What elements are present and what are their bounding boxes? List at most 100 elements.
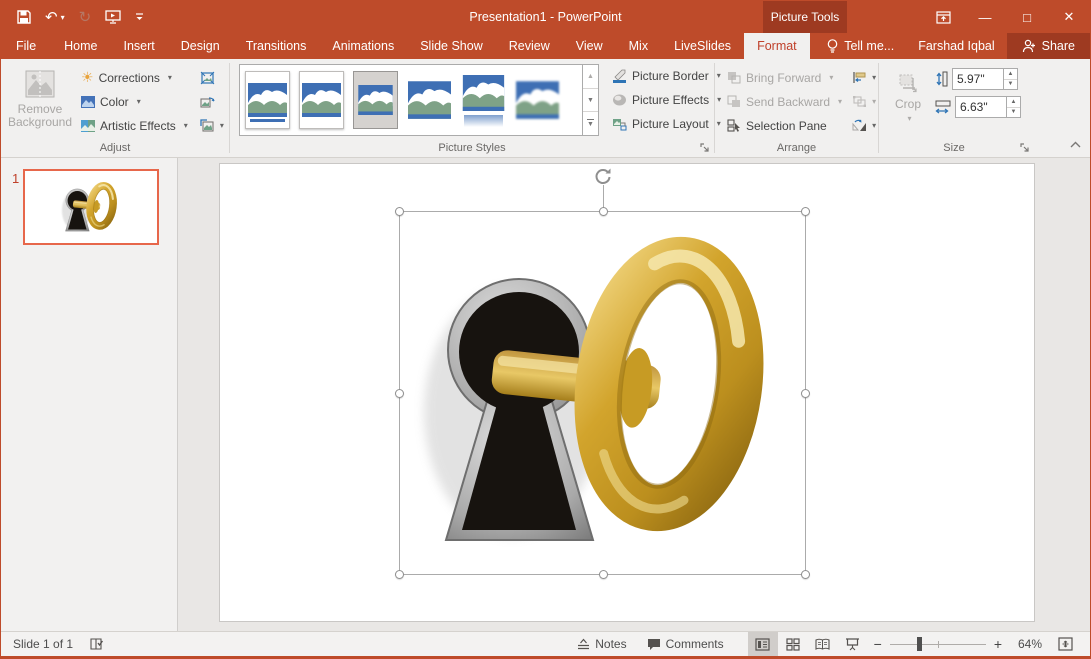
zoom-in-button[interactable]: +: [994, 636, 1002, 652]
notes-label: Notes: [595, 637, 626, 651]
tab-insert[interactable]: Insert: [111, 33, 168, 59]
gallery-scroll-up-button[interactable]: ▲: [583, 65, 598, 89]
minimize-button[interactable]: —: [964, 1, 1006, 33]
corrections-button[interactable]: ☀ Corrections ▾: [77, 66, 192, 89]
slide-editing-canvas[interactable]: [178, 158, 1090, 631]
collapse-ribbon-button[interactable]: [1070, 137, 1081, 151]
artistic-effects-button[interactable]: Artistic Effects ▾: [77, 114, 192, 137]
color-dropdown-icon: ▾: [137, 97, 141, 106]
slide-counter[interactable]: Slide 1 of 1: [13, 637, 73, 651]
undo-dropdown-icon[interactable]: ▾: [61, 13, 65, 22]
picture-selection-box[interactable]: [399, 211, 806, 575]
picture-style-thumbnail-1[interactable]: [245, 71, 290, 129]
resize-handle-middle-right[interactable]: [801, 389, 810, 398]
tab-review[interactable]: Review: [496, 33, 563, 59]
height-input[interactable]: [953, 69, 1003, 89]
signed-in-user[interactable]: Farshad Iqbal: [906, 33, 1006, 59]
notes-button[interactable]: Notes: [567, 632, 636, 656]
zoom-slider[interactable]: [890, 637, 986, 651]
tab-design[interactable]: Design: [168, 33, 233, 59]
picture-border-button[interactable]: Picture Border ▾: [608, 64, 725, 87]
customize-qat-dropdown[interactable]: [135, 13, 144, 22]
resize-handle-top-left[interactable]: [395, 207, 404, 216]
picture-styles-gallery: ▲ ▼ ▼: [239, 64, 599, 136]
maximize-button[interactable]: □: [1006, 1, 1048, 33]
selection-pane-icon: [727, 119, 741, 132]
comments-button[interactable]: Comments: [637, 632, 734, 656]
compress-pictures-button[interactable]: [198, 66, 226, 89]
tab-slide-show[interactable]: Slide Show: [407, 33, 496, 59]
resize-handle-top-center[interactable]: [599, 207, 608, 216]
crop-icon: [897, 72, 919, 94]
tell-me-box[interactable]: Tell me...: [815, 33, 906, 59]
picture-border-icon: [612, 69, 627, 83]
tab-home[interactable]: Home: [51, 33, 110, 59]
send-backward-label: Send Backward: [746, 95, 830, 109]
reflection-effect: [464, 115, 503, 127]
zoom-percentage[interactable]: 64%: [1008, 637, 1042, 651]
slide-sorter-view-button[interactable]: [778, 632, 808, 656]
gallery-scroll-down-button[interactable]: ▼: [583, 89, 598, 113]
width-input[interactable]: [956, 97, 1006, 117]
tab-animations[interactable]: Animations: [319, 33, 407, 59]
picture-layout-button[interactable]: Picture Layout ▾: [608, 112, 725, 135]
picture-effects-button[interactable]: Picture Effects ▾: [608, 88, 725, 111]
picture-style-thumbnail-6[interactable]: [515, 71, 560, 129]
resize-handle-top-right[interactable]: [801, 207, 810, 216]
rotation-handle[interactable]: [593, 166, 613, 186]
ribbon-display-options-button[interactable]: [922, 1, 964, 33]
picture-layout-icon: [612, 117, 627, 131]
reset-picture-dropdown-icon[interactable]: ▾: [220, 121, 224, 130]
artistic-effects-dropdown-icon: ▾: [184, 121, 188, 130]
share-button[interactable]: Share: [1007, 33, 1090, 59]
width-up-button[interactable]: ▲: [1007, 97, 1020, 108]
selection-pane-button[interactable]: Selection Pane: [723, 114, 846, 137]
slide-1[interactable]: [219, 163, 1035, 622]
zoom-out-button[interactable]: −: [874, 636, 882, 652]
crop-dropdown-icon: ▾: [907, 114, 911, 123]
fit-slide-to-window-button[interactable]: [1050, 632, 1080, 656]
change-picture-button[interactable]: [198, 90, 226, 113]
selection-pane-label: Selection Pane: [746, 119, 827, 133]
tab-mix[interactable]: Mix: [616, 33, 661, 59]
slide-show-view-button[interactable]: [838, 632, 868, 656]
resize-handle-bottom-center[interactable]: [599, 570, 608, 579]
save-icon[interactable]: [17, 10, 31, 24]
tab-file[interactable]: File: [1, 33, 51, 59]
shape-height-icon: [935, 70, 948, 88]
powerpoint-window: ↶▾ ↻ Presentation1 - PowerPoint Picture …: [0, 0, 1091, 659]
resize-handle-bottom-right[interactable]: [801, 570, 810, 579]
tab-liveslides[interactable]: LiveSlides: [661, 33, 744, 59]
picture-styles-buttons: Picture Border ▾ Picture Effects ▾ Pictu…: [608, 64, 725, 135]
height-down-button[interactable]: ▼: [1004, 80, 1017, 90]
normal-view-button[interactable]: [748, 632, 778, 656]
picture-style-thumbnail-3-selected[interactable]: [353, 71, 398, 129]
height-up-button[interactable]: ▲: [1004, 69, 1017, 80]
reading-view-button[interactable]: [808, 632, 838, 656]
reset-picture-button[interactable]: ▾: [198, 114, 226, 137]
align-objects-button[interactable]: ▾: [850, 66, 878, 89]
picture-style-thumbnail-2[interactable]: [299, 71, 344, 129]
rotate-dropdown-icon[interactable]: ▾: [872, 121, 876, 130]
width-down-button[interactable]: ▼: [1007, 108, 1020, 118]
resize-handle-bottom-left[interactable]: [395, 570, 404, 579]
tab-format[interactable]: Format: [744, 33, 810, 59]
undo-button[interactable]: ↶▾: [45, 8, 65, 26]
zoom-slider-handle[interactable]: [917, 637, 922, 651]
picture-style-thumbnail-5[interactable]: [461, 71, 506, 129]
tab-view[interactable]: View: [563, 33, 616, 59]
gallery-more-button[interactable]: ▼: [583, 112, 598, 135]
slide-1-thumbnail[interactable]: [23, 169, 159, 245]
start-from-beginning-button[interactable]: [105, 10, 121, 24]
tab-transitions[interactable]: Transitions: [233, 33, 320, 59]
close-button[interactable]: ✕: [1048, 1, 1090, 33]
rotate-objects-button[interactable]: ▾: [850, 114, 878, 137]
resize-handle-middle-left[interactable]: [395, 389, 404, 398]
spell-check-icon[interactable]: [89, 637, 105, 651]
shape-width-icon: [935, 99, 951, 115]
ribbon-format-tab-content: Remove Background ☀ Corrections ▾ Color …: [1, 59, 1090, 158]
align-dropdown-icon[interactable]: ▾: [872, 73, 876, 82]
color-button[interactable]: Color ▾: [77, 90, 192, 113]
picture-style-thumbnail-4[interactable]: [407, 71, 452, 129]
key-keyhole-picture[interactable]: [400, 212, 805, 574]
